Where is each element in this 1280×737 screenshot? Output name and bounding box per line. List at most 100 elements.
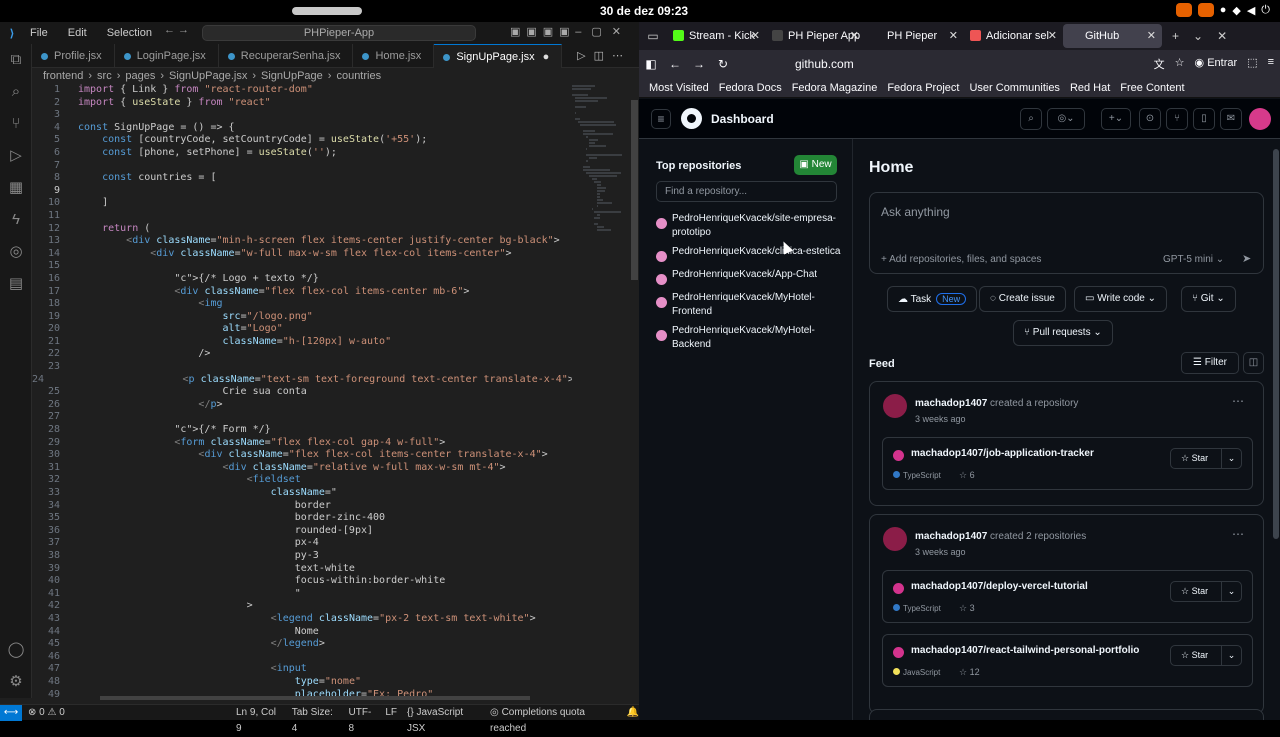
star-button[interactable]: ☆ Star ⌄ xyxy=(1170,581,1242,602)
editor-actions[interactable]: ▷◫⋯ xyxy=(577,49,631,62)
firefox-view-icon[interactable]: ▭ xyxy=(639,29,667,43)
unsaved-dot-icon[interactable]: ● xyxy=(543,51,550,63)
bookmark-fedora-docs[interactable]: Fedora Docs xyxy=(719,82,782,94)
bookmark-fedora-project[interactable]: Fedora Project xyxy=(887,82,959,94)
notifications-icon[interactable]: 🔔 xyxy=(627,705,639,737)
copilot-icon[interactable]: ◎ xyxy=(0,236,32,268)
database-icon[interactable]: ▤ xyxy=(0,268,32,300)
code-line[interactable]: 36 rounded-[9px] xyxy=(32,525,572,538)
write-code-button[interactable]: ▭ Write code ⌄ xyxy=(1074,286,1168,312)
account-icon[interactable]: ◯ xyxy=(0,634,32,666)
add-context-button[interactable]: + Add repositories, files, and spaces xyxy=(881,254,1041,265)
code-line[interactable]: 27 xyxy=(32,411,572,424)
settings-gear-icon[interactable]: ⚙ xyxy=(0,666,32,698)
tab-profile[interactable]: Profile.jsx xyxy=(32,44,115,68)
code-line[interactable]: 12 return ( xyxy=(32,223,572,236)
avatar[interactable] xyxy=(1249,108,1271,130)
tab-ph-pieper[interactable]: PH Pieper ✕ xyxy=(865,24,964,48)
layout-icon[interactable]: ◫ xyxy=(1243,352,1264,374)
star-count[interactable]: ☆ 6 xyxy=(959,470,975,481)
code-line[interactable]: 17 <div className="flex flex-col items-c… xyxy=(32,286,572,299)
search-icon[interactable]: ⌕ xyxy=(1020,108,1042,130)
repo-link[interactable]: machadop1407/job-application-tracker xyxy=(911,448,1094,459)
bookmark-free-content[interactable]: Free Content xyxy=(1120,82,1184,94)
code-line[interactable]: 28 "c">{/* Form */} xyxy=(32,424,572,437)
code-line[interactable]: 42 > xyxy=(32,600,572,613)
scrollbar-thumb[interactable] xyxy=(1273,149,1279,539)
forward-icon[interactable]: → xyxy=(687,57,711,71)
tab-recuperarsenha[interactable]: RecuperarSenha.jsx xyxy=(219,44,354,68)
command-center[interactable]: PHPieper-App xyxy=(202,25,476,41)
code-line[interactable]: 31 <div className="relative w-full max-w… xyxy=(32,462,572,475)
list-item[interactable]: PedroHenriqueKvacek/MyHotel-Backend xyxy=(656,324,841,351)
crumb-frontend[interactable]: frontend xyxy=(43,68,83,84)
tab-stream-kick[interactable]: Stream - Kick ✕ xyxy=(667,24,766,48)
code-line[interactable]: 38 py-3 xyxy=(32,550,572,563)
screen-share-indicator-icon[interactable] xyxy=(1175,3,1192,17)
code-line[interactable]: 18 <img xyxy=(32,298,572,311)
code-line[interactable]: 22 /> xyxy=(32,348,572,361)
bookmark-fedora-magazine[interactable]: Fedora Magazine xyxy=(792,82,878,94)
page-scrollbar[interactable] xyxy=(1272,139,1280,720)
code-line[interactable]: 48 type="nome" xyxy=(32,676,572,689)
new-tab-list-close[interactable]: +⌄✕ xyxy=(1172,29,1241,43)
code-line[interactable]: 5 const [countryCode, setCountryCode] = … xyxy=(32,134,572,147)
list-item[interactable]: PedroHenriqueKvacek/site-empresa-prototi… xyxy=(656,212,841,239)
code-line[interactable]: 45 </legend> xyxy=(32,638,572,651)
line-ending[interactable]: LF xyxy=(385,705,397,737)
encoding[interactable]: UTF-8 xyxy=(349,705,376,737)
code-line[interactable]: 41 " xyxy=(32,588,572,601)
pull-requests-icon[interactable]: ⑂ xyxy=(1166,108,1188,130)
back-icon[interactable]: ← xyxy=(663,57,687,71)
repo-link[interactable]: machadop1407/deploy-vercel-tutorial xyxy=(911,581,1088,592)
star-count[interactable]: ☆ 3 xyxy=(959,603,975,614)
git-button[interactable]: ⑂ Git ⌄ xyxy=(1181,286,1236,312)
minimap[interactable] xyxy=(572,84,630,398)
problems-indicator[interactable]: ⊗ 0 ⚠ 0 xyxy=(28,705,65,721)
code-line[interactable]: 30 <div className="flex flex-col items-c… xyxy=(32,449,572,462)
code-line[interactable]: 37 px-4 xyxy=(32,537,572,550)
code-line[interactable]: 20 alt="Logo" xyxy=(32,323,572,336)
code-line[interactable]: 14 <div className="w-full max-w-sm flex … xyxy=(32,248,572,261)
create-new-icon[interactable]: +⌄ xyxy=(1101,108,1131,130)
code-line[interactable]: 8 const countries = [ xyxy=(32,172,572,185)
crumb-symbol[interactable]: countries xyxy=(336,68,381,84)
code-line[interactable]: 7 xyxy=(32,160,572,173)
code-line[interactable]: 40 focus-within:border-white xyxy=(32,575,572,588)
model-picker[interactable]: GPT-5 mini ⌄ xyxy=(1163,254,1224,265)
code-line[interactable]: 19 src="/logo.png" xyxy=(32,311,572,324)
code-line[interactable]: 13 <div className="min-h-screen flex ite… xyxy=(32,235,572,248)
editor-scrollbar[interactable] xyxy=(630,84,639,698)
star-button[interactable]: ☆ Star ⌄ xyxy=(1170,645,1242,666)
explorer-icon[interactable]: ⧉ xyxy=(0,44,32,76)
remote-icon[interactable]: ⟷ xyxy=(0,705,22,721)
star-count[interactable]: ☆ 12 xyxy=(959,667,980,678)
tab-home[interactable]: Home.jsx xyxy=(353,44,435,68)
menu-edit[interactable]: Edit xyxy=(68,27,87,39)
code-line[interactable]: 47 <input xyxy=(32,663,572,676)
code-line[interactable]: 46 xyxy=(32,651,572,664)
avatar[interactable] xyxy=(883,527,907,551)
menu-selection[interactable]: Selection xyxy=(107,27,152,39)
crumb-src[interactable]: src xyxy=(97,68,112,84)
copilot-status[interactable]: ◎ Completions quota reached xyxy=(490,705,617,737)
code-line[interactable]: 1 import { Link } from "react-router-dom" xyxy=(32,84,572,97)
horizontal-scrollbar[interactable] xyxy=(100,696,530,700)
code-line[interactable]: 2 import { useState } from "react" xyxy=(32,97,572,110)
system-tray[interactable]: ● ◆ ◀ ⏻ xyxy=(1175,3,1270,17)
reload-icon[interactable]: ↻ xyxy=(711,57,735,71)
extensions-icon[interactable]: ⬚ xyxy=(1247,56,1257,72)
copilot-icon[interactable]: ◎⌄ xyxy=(1047,108,1085,130)
code-line[interactable]: 44 Nome xyxy=(32,626,572,639)
copilot-ask-box[interactable]: Ask anything + Add repositories, files, … xyxy=(869,192,1264,274)
more-options-icon[interactable]: ⋯ xyxy=(1232,527,1244,541)
task-button[interactable]: ☁ Task New xyxy=(887,286,978,312)
tab-github[interactable]: GitHub ✕ xyxy=(1063,24,1162,48)
more-options-icon[interactable]: ⋯ xyxy=(1232,394,1244,408)
language-mode[interactable]: {} JavaScript JSX xyxy=(407,705,480,737)
bookmark-user-communities[interactable]: User Communities xyxy=(969,82,1059,94)
feed-user[interactable]: machadop1407 xyxy=(915,531,987,542)
code-line[interactable]: 6 const [phone, setPhone] = useState('')… xyxy=(32,147,572,160)
pull-requests-button[interactable]: ⑂ Pull requests ⌄ xyxy=(1013,320,1113,346)
run-debug-icon[interactable]: ▷ xyxy=(0,140,32,172)
